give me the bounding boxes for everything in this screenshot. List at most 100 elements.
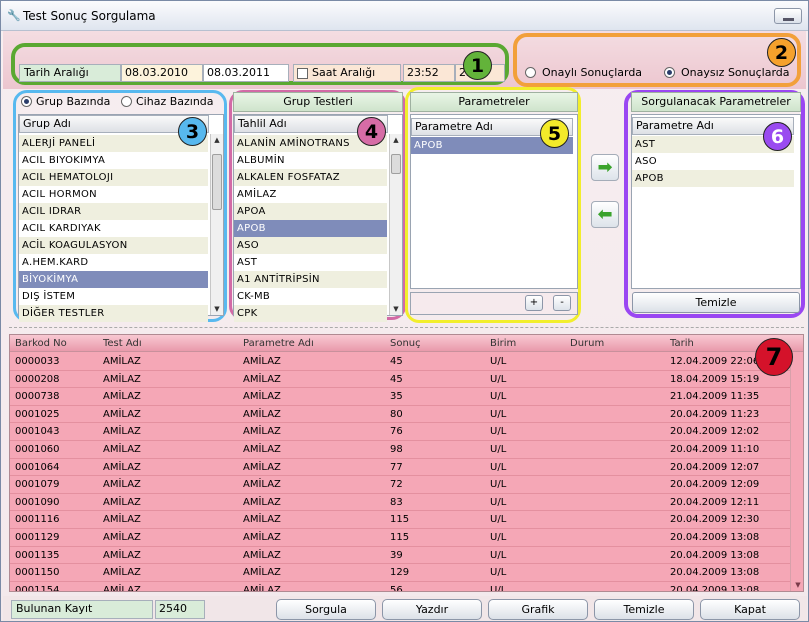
test-list-item[interactable]: APOA xyxy=(234,203,387,220)
print-button[interactable]: Yazdır xyxy=(382,599,482,620)
table-cell: 0001090 xyxy=(15,496,60,508)
query-parameter-list-item[interactable]: ASO xyxy=(632,153,794,170)
group-list-item[interactable]: A.HEM.KARD xyxy=(19,254,208,271)
time-range-checkbox[interactable] xyxy=(297,68,308,79)
results-grid[interactable]: Barkod No Test Adı Parametre Adı Sonuç B… xyxy=(9,334,804,592)
test-list-item[interactable]: ALBUMİN xyxy=(234,152,387,169)
test-list-item[interactable]: ASO xyxy=(234,237,387,254)
table-cell: 45 xyxy=(390,356,403,367)
test-list-item[interactable]: CPK xyxy=(234,305,387,322)
test-list-item[interactable]: AST xyxy=(234,254,387,271)
test-list-item[interactable]: CK-MB xyxy=(234,288,387,305)
move-right-arrow-icon[interactable]: ➡ xyxy=(591,154,619,181)
scroll-thumb[interactable] xyxy=(212,154,222,210)
group-list-item[interactable]: BİYOKİMYA xyxy=(19,271,208,288)
time-range-toggle[interactable]: Saat Aralığı xyxy=(293,64,401,82)
table-row[interactable]: 0001135 AMİLAZ AMİLAZ 39 U/L 20.04.2009 13:08 xyxy=(10,547,790,565)
approved-radio[interactable] xyxy=(525,67,536,78)
table-row[interactable]: 0001116 AMİLAZ AMİLAZ 115 U/L 20.04.2009 12:3… xyxy=(10,511,790,529)
remove-parameter-button[interactable]: - xyxy=(553,295,571,311)
col-unit[interactable]: Birim xyxy=(490,335,516,352)
table-cell: 0001064 xyxy=(15,461,60,473)
table-cell: 129 xyxy=(390,567,410,579)
annotation-badge-2: 2 xyxy=(767,38,796,67)
table-cell: 83 xyxy=(390,496,403,508)
test-list-item[interactable]: AMİLAZ xyxy=(234,186,387,203)
table-row[interactable]: 0000033 AMİLAZ AMİLAZ 45 U/L 12.04.2009 22:06 xyxy=(10,353,790,371)
scroll-up-icon[interactable]: ▲ xyxy=(211,134,223,146)
table-cell: AMİLAZ xyxy=(103,408,141,420)
unapproved-label: Onaysız Sonuçlarda xyxy=(681,66,790,79)
results-scrollbar[interactable]: ▼ xyxy=(790,352,803,591)
table-row[interactable]: 0001043 AMİLAZ AMİLAZ 76 U/L 20.04.2009 12:02 xyxy=(10,423,790,441)
group-list-item[interactable]: ACIL HORMON xyxy=(19,186,208,203)
group-list-scrollbar[interactable]: ▲ ▼ xyxy=(210,134,223,315)
table-row[interactable]: 0001154 AMİLAZ AMİLAZ 56 U/L 20.04.2009 13:08 xyxy=(10,582,790,592)
col-status[interactable]: Durum xyxy=(570,335,604,352)
table-row[interactable]: 0001150 AMİLAZ AMİLAZ 129 U/L 20.04.2009 13:0… xyxy=(10,564,790,582)
table-row[interactable]: 0000208 AMİLAZ AMİLAZ 45 U/L 18.04.2009 15:19 xyxy=(10,371,790,389)
test-list-item[interactable]: A1 ANTİTRİPSİN xyxy=(234,271,387,288)
table-cell: 0001150 xyxy=(15,567,60,579)
move-left-arrow-icon[interactable]: ⬅ xyxy=(591,201,619,228)
group-list-item[interactable]: ACIL HEMATOLOJI xyxy=(19,169,208,186)
tests-list-scrollbar[interactable]: ▲ ▼ xyxy=(389,134,402,315)
query-parameter-list-item[interactable]: APOB xyxy=(632,170,794,187)
group-list-item[interactable]: ACIL KARDIYAK xyxy=(19,220,208,237)
scroll-down-icon[interactable]: ▼ xyxy=(390,303,402,315)
table-cell: AMİLAZ xyxy=(243,479,281,491)
group-list-item[interactable]: ACIL IDRAR xyxy=(19,203,208,220)
table-cell: 20.04.2009 12:02 xyxy=(670,426,760,438)
table-row[interactable]: 0001064 AMİLAZ AMİLAZ 77 U/L 20.04.2009 12:07 xyxy=(10,459,790,477)
clear-parameters-button[interactable]: Temizle xyxy=(632,292,800,313)
scroll-down-icon[interactable]: ▼ xyxy=(211,303,223,315)
group-list-item[interactable]: ACIL BIYOKIMYA xyxy=(19,152,208,169)
col-test-name[interactable]: Test Adı xyxy=(103,335,142,352)
table-row[interactable]: 0001025 AMİLAZ AMİLAZ 80 U/L 20.04.2009 11:23 xyxy=(10,406,790,424)
table-cell: 20.04.2009 11:10 xyxy=(670,444,760,455)
group-list-item[interactable]: ACİL KOAGULASYON xyxy=(19,237,208,254)
close-button[interactable]: Kapat xyxy=(700,599,800,620)
col-result[interactable]: Sonuç xyxy=(390,335,421,352)
table-row[interactable]: 0001060 AMİLAZ AMİLAZ 98 U/L 20.04.2009 11:10 xyxy=(10,441,790,459)
table-cell: 20.04.2009 12:07 xyxy=(670,461,760,473)
table-row[interactable]: 0000738 AMİLAZ AMİLAZ 35 U/L 21.04.2009 11:35 xyxy=(10,388,790,406)
col-barcode[interactable]: Barkod No xyxy=(15,335,67,352)
unapproved-radio[interactable] xyxy=(664,67,675,78)
query-button[interactable]: Sorgula xyxy=(276,599,376,620)
parameters-header: Parametreler xyxy=(410,92,578,112)
table-cell: 39 xyxy=(390,549,403,561)
test-list-item[interactable]: ALKALEN FOSFATAZ xyxy=(234,169,387,186)
group-based-radio[interactable] xyxy=(21,96,32,107)
clear-button[interactable]: Temizle xyxy=(594,599,694,620)
table-cell: AMİLAZ xyxy=(103,584,141,592)
chart-button[interactable]: Grafik xyxy=(488,599,588,620)
col-parameter-name[interactable]: Parametre Adı xyxy=(243,335,314,352)
table-cell: AMİLAZ xyxy=(243,373,281,385)
start-date-field[interactable]: 08.03.2010 xyxy=(121,64,203,82)
approved-label: Onaylı Sonuçlarda xyxy=(542,66,643,79)
table-cell: 0000738 xyxy=(15,391,60,403)
test-list-item[interactable]: APOB xyxy=(234,220,387,237)
start-time-field[interactable]: 23:52 xyxy=(403,64,455,82)
group-list-item[interactable]: DIŞ İSTEM xyxy=(19,288,208,305)
add-parameter-button[interactable]: + xyxy=(525,295,543,311)
end-date-field[interactable]: 08.03.2011 xyxy=(203,64,289,82)
table-cell: 20.04.2009 13:08 xyxy=(670,567,760,579)
table-cell: 76 xyxy=(390,426,403,438)
table-row[interactable]: 0001129 AMİLAZ AMİLAZ 115 U/L 20.04.2009 13:0… xyxy=(10,529,790,547)
group-list-item[interactable]: DİĞER TESTLER xyxy=(19,305,208,322)
minimize-button[interactable] xyxy=(774,8,802,24)
table-cell: 35 xyxy=(390,391,403,403)
parameter-name-column-label: Parametre Adı xyxy=(415,120,493,133)
col-date[interactable]: Tarih xyxy=(670,335,694,352)
scroll-thumb[interactable] xyxy=(391,154,401,174)
scroll-down-icon[interactable]: ▼ xyxy=(792,579,803,591)
table-row[interactable]: 0001090 AMİLAZ AMİLAZ 83 U/L 20.04.2009 12:11 xyxy=(10,494,790,512)
device-based-radio[interactable] xyxy=(121,96,132,107)
table-cell: U/L xyxy=(490,391,507,403)
table-cell: 0001129 xyxy=(15,532,60,543)
scroll-up-icon[interactable]: ▲ xyxy=(390,134,402,146)
table-cell: 0000208 xyxy=(15,373,60,385)
table-row[interactable]: 0001079 AMİLAZ AMİLAZ 72 U/L 20.04.2009 12:09 xyxy=(10,476,790,494)
